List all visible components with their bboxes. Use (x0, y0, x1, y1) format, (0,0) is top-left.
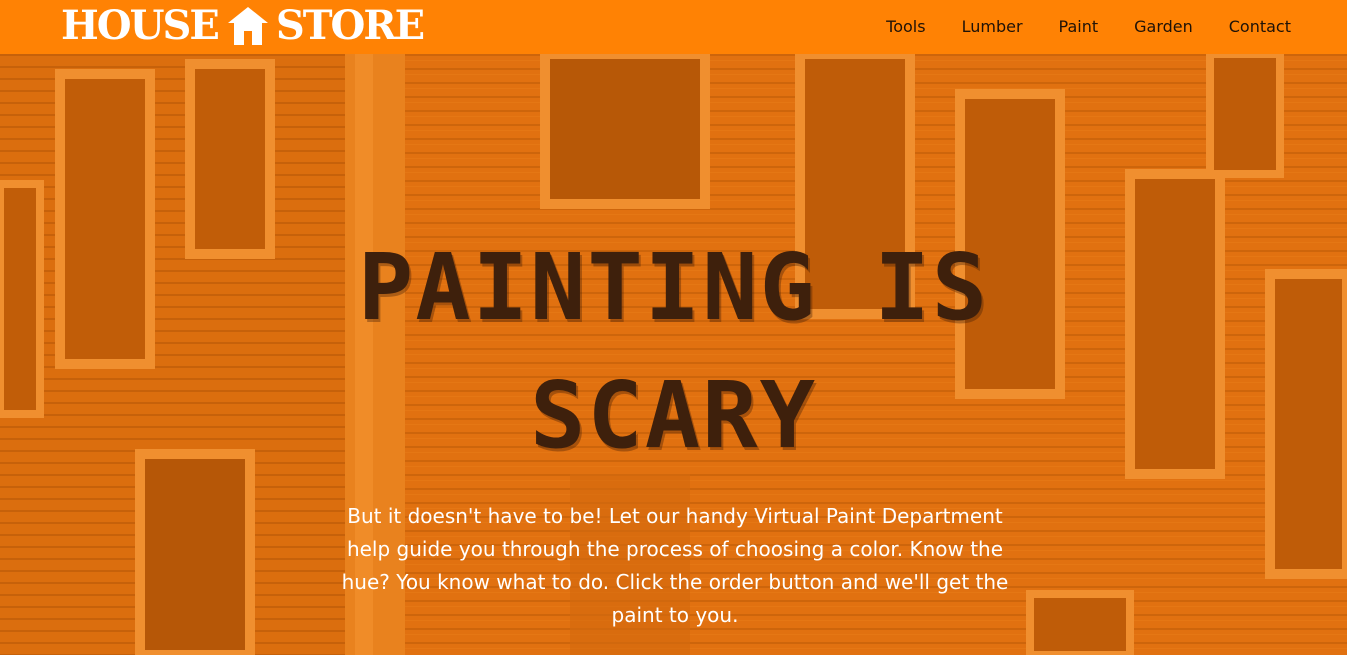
hero-section: PAINTING IS SCARY But it doesn't have to… (0, 54, 1347, 655)
nav-item-tools[interactable]: Tools (886, 17, 925, 37)
nav-item-paint[interactable]: Paint (1059, 17, 1099, 37)
nav-item-contact[interactable]: Contact (1229, 17, 1291, 37)
nav-item-garden[interactable]: Garden (1134, 17, 1193, 37)
nav-item-lumber[interactable]: Lumber (962, 17, 1023, 37)
hero-description: But it doesn't have to be! Let our handy… (341, 504, 1009, 627)
house-icon (226, 5, 270, 47)
site-logo[interactable]: HOUSE STORE (61, 2, 425, 49)
logo-text-house: HOUSE (61, 2, 220, 49)
logo-text-store: STORE (275, 2, 425, 49)
main-nav: Tools Lumber Paint Garden Contact (886, 0, 1347, 54)
hero-title: PAINTING IS SCARY (357, 234, 990, 469)
site-header: HOUSE STORE Tools Lumber Paint Garden Co… (0, 0, 1347, 54)
